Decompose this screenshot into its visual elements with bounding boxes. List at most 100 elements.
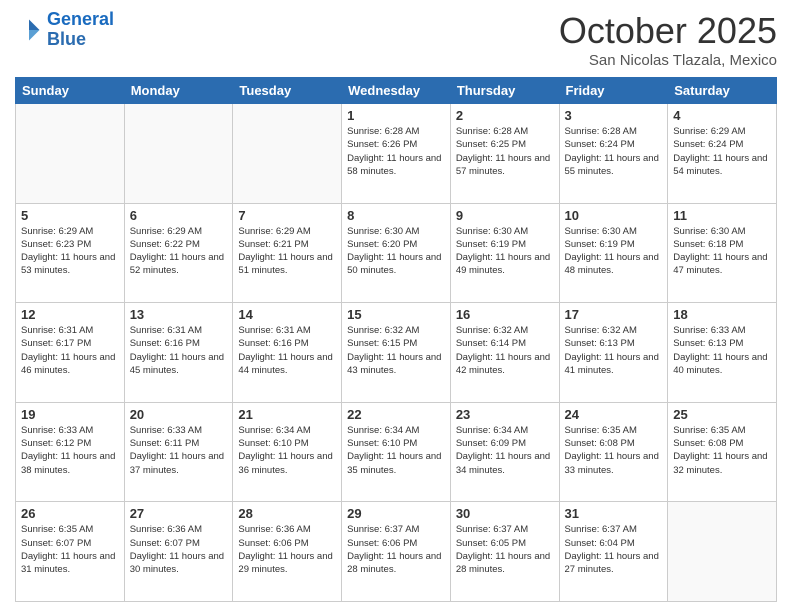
day-number: 30 — [456, 506, 554, 521]
calendar-cell — [16, 104, 125, 204]
day-number: 22 — [347, 407, 445, 422]
week-row-1: 5 Sunrise: 6:29 AM Sunset: 6:23 PM Daylig… — [16, 203, 777, 303]
calendar-cell: 31 Sunrise: 6:37 AM Sunset: 6:04 PM Dayli… — [559, 502, 668, 602]
calendar-cell: 8Sunrise: 6:30 AM Sunset: 6:20 PM Daylig… — [342, 203, 451, 303]
logo-icon — [15, 16, 43, 44]
day-info: Sunrise: 6:33 AM Sunset: 6:11 PM Dayligh… — [130, 424, 228, 477]
calendar-cell: 28 Sunrise: 6:36 AM Sunset: 6:06 PM Dayli… — [233, 502, 342, 602]
calendar-cell: 3 Sunrise: 6:28 AM Sunset: 6:24 PM Daylig… — [559, 104, 668, 204]
day-info: Sunrise: 6:35 AM Sunset: 6:08 PM Dayligh… — [673, 424, 771, 477]
day-number: 11 — [673, 208, 771, 223]
calendar-cell: 19 Sunrise: 6:33 AM Sunset: 6:12 PM Dayli… — [16, 402, 125, 502]
day-info: Sunrise: 6:37 AM Sunset: 6:04 PM Dayligh… — [565, 523, 663, 576]
day-info: Sunrise: 6:36 AM Sunset: 6:06 PM Dayligh… — [238, 523, 336, 576]
day-info: Sunrise: 6:29 AM Sunset: 6:24 PM Dayligh… — [673, 125, 771, 178]
day-number: 2 — [456, 108, 554, 123]
day-number: 23 — [456, 407, 554, 422]
day-info: Sunrise: 6:32 AM Sunset: 6:14 PM Dayligh… — [456, 324, 554, 377]
day-number: 18 — [673, 307, 771, 322]
day-number: 3 — [565, 108, 663, 123]
calendar-cell: 29 Sunrise: 6:37 AM Sunset: 6:06 PM Dayli… — [342, 502, 451, 602]
day-info: Sunrise: 6:34 AM Sunset: 6:09 PM Dayligh… — [456, 424, 554, 477]
day-number: 12 — [21, 307, 119, 322]
calendar-cell: 11 Sunrise: 6:30 AM Sunset: 6:18 PM Dayli… — [668, 203, 777, 303]
calendar-cell — [124, 104, 233, 204]
calendar-table: Sunday Monday Tuesday Wednesday Thursday… — [15, 77, 777, 602]
week-row-3: 19 Sunrise: 6:33 AM Sunset: 6:12 PM Dayli… — [16, 402, 777, 502]
logo: General Blue — [15, 10, 114, 50]
calendar-cell: 16 Sunrise: 6:32 AM Sunset: 6:14 PM Dayli… — [450, 303, 559, 403]
logo-text: General Blue — [47, 10, 114, 50]
day-info: Sunrise: 6:29 AM Sunset: 6:22 PM Dayligh… — [130, 225, 228, 278]
calendar-cell — [668, 502, 777, 602]
month-title: October 2025 — [559, 10, 777, 52]
week-row-4: 26 Sunrise: 6:35 AM Sunset: 6:07 PM Dayli… — [16, 502, 777, 602]
day-number: 5 — [21, 208, 119, 223]
day-number: 28 — [238, 506, 336, 521]
day-number: 31 — [565, 506, 663, 521]
day-info: Sunrise: 6:28 AM Sunset: 6:26 PM Dayligh… — [347, 125, 445, 178]
calendar-cell: 5 Sunrise: 6:29 AM Sunset: 6:23 PM Daylig… — [16, 203, 125, 303]
day-info: Sunrise: 6:35 AM Sunset: 6:08 PM Dayligh… — [565, 424, 663, 477]
header: General Blue October 2025 San Nicolas Tl… — [15, 10, 777, 69]
day-info: Sunrise: 6:37 AM Sunset: 6:06 PM Dayligh… — [347, 523, 445, 576]
day-info: Sunrise: 6:28 AM Sunset: 6:25 PM Dayligh… — [456, 125, 554, 178]
day-info: Sunrise: 6:33 AM Sunset: 6:13 PM Dayligh… — [673, 324, 771, 377]
day-number: 21 — [238, 407, 336, 422]
week-row-0: 1Sunrise: 6:28 AM Sunset: 6:26 PM Daylig… — [16, 104, 777, 204]
calendar-cell: 26 Sunrise: 6:35 AM Sunset: 6:07 PM Dayli… — [16, 502, 125, 602]
day-number: 29 — [347, 506, 445, 521]
calendar-cell: 6Sunrise: 6:29 AM Sunset: 6:22 PM Daylig… — [124, 203, 233, 303]
day-number: 16 — [456, 307, 554, 322]
week-row-2: 12 Sunrise: 6:31 AM Sunset: 6:17 PM Dayli… — [16, 303, 777, 403]
day-number: 20 — [130, 407, 228, 422]
day-info: Sunrise: 6:35 AM Sunset: 6:07 PM Dayligh… — [21, 523, 119, 576]
day-number: 27 — [130, 506, 228, 521]
calendar-cell: 15Sunrise: 6:32 AM Sunset: 6:15 PM Dayli… — [342, 303, 451, 403]
calendar-cell: 13Sunrise: 6:31 AM Sunset: 6:16 PM Dayli… — [124, 303, 233, 403]
day-number: 19 — [21, 407, 119, 422]
location-subtitle: San Nicolas Tlazala, Mexico — [559, 52, 777, 69]
day-info: Sunrise: 6:30 AM Sunset: 6:19 PM Dayligh… — [456, 225, 554, 278]
day-info: Sunrise: 6:31 AM Sunset: 6:17 PM Dayligh… — [21, 324, 119, 377]
day-number: 7 — [238, 208, 336, 223]
calendar-cell: 21 Sunrise: 6:34 AM Sunset: 6:10 PM Dayli… — [233, 402, 342, 502]
day-info: Sunrise: 6:36 AM Sunset: 6:07 PM Dayligh… — [130, 523, 228, 576]
day-number: 9 — [456, 208, 554, 223]
day-number: 14 — [238, 307, 336, 322]
day-number: 17 — [565, 307, 663, 322]
calendar-cell: 22 Sunrise: 6:34 AM Sunset: 6:10 PM Dayli… — [342, 402, 451, 502]
calendar-cell: 7 Sunrise: 6:29 AM Sunset: 6:21 PM Daylig… — [233, 203, 342, 303]
day-info: Sunrise: 6:28 AM Sunset: 6:24 PM Dayligh… — [565, 125, 663, 178]
calendar-cell: 2 Sunrise: 6:28 AM Sunset: 6:25 PM Daylig… — [450, 104, 559, 204]
calendar-cell: 14 Sunrise: 6:31 AM Sunset: 6:16 PM Dayli… — [233, 303, 342, 403]
calendar-cell: 18 Sunrise: 6:33 AM Sunset: 6:13 PM Dayli… — [668, 303, 777, 403]
calendar-cell: 27 Sunrise: 6:36 AM Sunset: 6:07 PM Dayli… — [124, 502, 233, 602]
calendar-cell: 24 Sunrise: 6:35 AM Sunset: 6:08 PM Dayli… — [559, 402, 668, 502]
day-info: Sunrise: 6:33 AM Sunset: 6:12 PM Dayligh… — [21, 424, 119, 477]
day-number: 25 — [673, 407, 771, 422]
calendar-header: Sunday Monday Tuesday Wednesday Thursday… — [16, 78, 777, 104]
weekday-row: Sunday Monday Tuesday Wednesday Thursday… — [16, 78, 777, 104]
day-info: Sunrise: 6:30 AM Sunset: 6:18 PM Dayligh… — [673, 225, 771, 278]
day-info: Sunrise: 6:32 AM Sunset: 6:13 PM Dayligh… — [565, 324, 663, 377]
day-number: 10 — [565, 208, 663, 223]
header-tuesday: Tuesday — [233, 78, 342, 104]
day-info: Sunrise: 6:34 AM Sunset: 6:10 PM Dayligh… — [347, 424, 445, 477]
day-info: Sunrise: 6:37 AM Sunset: 6:05 PM Dayligh… — [456, 523, 554, 576]
day-info: Sunrise: 6:29 AM Sunset: 6:23 PM Dayligh… — [21, 225, 119, 278]
day-info: Sunrise: 6:34 AM Sunset: 6:10 PM Dayligh… — [238, 424, 336, 477]
day-number: 8 — [347, 208, 445, 223]
header-monday: Monday — [124, 78, 233, 104]
day-number: 4 — [673, 108, 771, 123]
day-info: Sunrise: 6:29 AM Sunset: 6:21 PM Dayligh… — [238, 225, 336, 278]
header-wednesday: Wednesday — [342, 78, 451, 104]
header-thursday: Thursday — [450, 78, 559, 104]
day-number: 15 — [347, 307, 445, 322]
day-number: 24 — [565, 407, 663, 422]
calendar-cell: 4 Sunrise: 6:29 AM Sunset: 6:24 PM Daylig… — [668, 104, 777, 204]
day-number: 26 — [21, 506, 119, 521]
day-info: Sunrise: 6:31 AM Sunset: 6:16 PM Dayligh… — [238, 324, 336, 377]
calendar-cell: 10Sunrise: 6:30 AM Sunset: 6:19 PM Dayli… — [559, 203, 668, 303]
calendar-cell: 23 Sunrise: 6:34 AM Sunset: 6:09 PM Dayli… — [450, 402, 559, 502]
